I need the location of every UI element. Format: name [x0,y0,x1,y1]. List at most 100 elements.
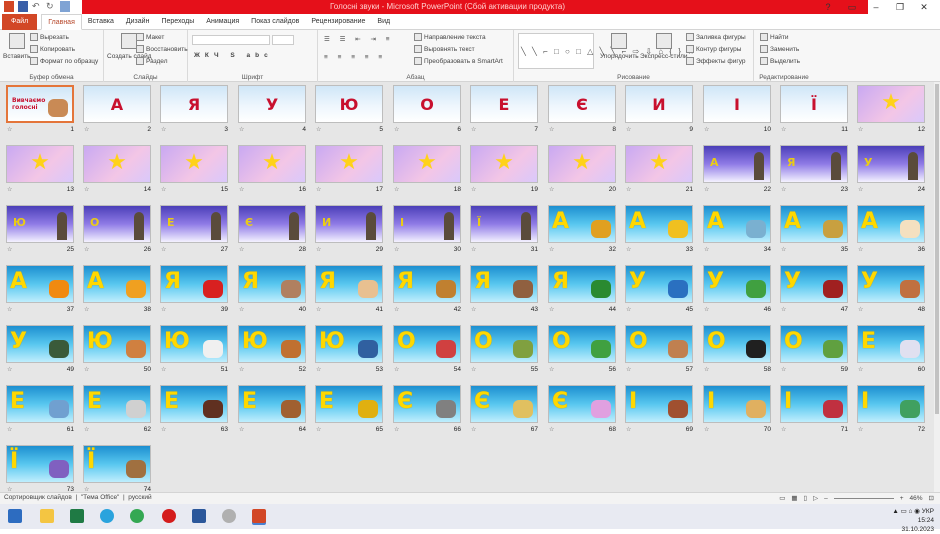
transition-icon[interactable]: ☆ [316,366,321,373]
minimize-button[interactable]: – [864,0,888,14]
slide-thumbnail[interactable]: Е [238,385,306,423]
slide-thumbnail[interactable]: Е [315,385,383,423]
slide-thumbnail[interactable]: ★ [548,145,616,183]
transition-icon[interactable]: ☆ [394,126,399,133]
transition-icon[interactable]: ☆ [239,426,244,433]
slide-thumbnail[interactable]: О [548,325,616,363]
copy-button[interactable]: Копировать [30,45,75,53]
slide-thumbnail[interactable]: І [780,385,848,423]
transition-icon[interactable]: ☆ [161,366,166,373]
transition-icon[interactable]: ☆ [394,306,399,313]
slide-thumbnail[interactable]: Я [160,85,228,123]
clock-date[interactable]: 31.10.2023 [892,525,934,534]
tab-view[interactable]: Вид [371,14,396,30]
slide-thumbnail[interactable]: ★ [6,145,74,183]
slide-thumbnail[interactable]: ★ [315,145,383,183]
transition-icon[interactable]: ☆ [626,246,631,253]
slide-thumbnail[interactable]: Є [470,385,538,423]
transition-icon[interactable]: ☆ [781,186,786,193]
transition-icon[interactable]: ☆ [7,246,12,253]
slide-thumbnail[interactable]: У [857,145,925,183]
transition-icon[interactable]: ☆ [549,246,554,253]
tab-review[interactable]: Рецензирование [305,14,371,30]
transition-icon[interactable]: ☆ [161,186,166,193]
arrange-button[interactable]: Упорядочить [600,33,639,60]
find-button[interactable]: Найти [760,33,789,41]
smartart-button[interactable]: Преобразовать в SmartArt [414,57,503,65]
transition-icon[interactable]: ☆ [316,186,321,193]
slide-thumbnail[interactable]: Ї [6,445,74,483]
tab-insert[interactable]: Вставка [82,14,120,30]
transition-icon[interactable]: ☆ [704,426,709,433]
transition-icon[interactable]: ☆ [316,246,321,253]
transition-icon[interactable]: ☆ [84,246,89,253]
language[interactable]: русский [128,494,151,501]
transition-icon[interactable]: ☆ [858,426,863,433]
slide-thumbnail[interactable]: У [703,265,771,303]
slide-thumbnail[interactable]: Є [238,205,306,243]
start-icon[interactable] [8,509,22,523]
transition-icon[interactable]: ☆ [471,306,476,313]
slide-thumbnail[interactable]: О [780,325,848,363]
slide-thumbnail[interactable]: Я [780,145,848,183]
transition-icon[interactable]: ☆ [626,426,631,433]
slide-thumbnail[interactable]: Е [160,205,228,243]
vertical-scrollbar[interactable] [934,82,940,492]
slide-thumbnail[interactable]: Ї [780,85,848,123]
slide-thumbnail[interactable]: Ю [315,85,383,123]
transition-icon[interactable]: ☆ [7,426,12,433]
slide-thumbnail[interactable]: О [83,205,151,243]
undo-icon[interactable]: ↶ [32,1,42,12]
keyboard-language[interactable]: УКР [922,508,934,515]
transition-icon[interactable]: ☆ [858,366,863,373]
cut-button[interactable]: Вырезать [30,33,69,41]
slide-thumbnail[interactable]: А [703,205,771,243]
tab-slideshow[interactable]: Показ слайдов [245,14,305,30]
slide-thumbnail[interactable]: ★ [238,145,306,183]
slide-thumbnail[interactable]: Є [393,385,461,423]
transition-icon[interactable]: ☆ [781,126,786,133]
transition-icon[interactable]: ☆ [549,366,554,373]
transition-icon[interactable]: ☆ [626,126,631,133]
slide-thumbnail[interactable]: Я [238,265,306,303]
slide-thumbnail[interactable]: А [83,265,151,303]
font-format-buttons[interactable]: ЖКЧ S abc [194,52,273,59]
slide-thumbnail[interactable]: Е [83,385,151,423]
transition-icon[interactable]: ☆ [626,186,631,193]
transition-icon[interactable]: ☆ [858,246,863,253]
slide-thumbnail[interactable]: У [238,85,306,123]
transition-icon[interactable]: ☆ [7,126,12,133]
transition-icon[interactable]: ☆ [394,246,399,253]
redo-icon[interactable]: ↻ [46,1,56,12]
transition-icon[interactable]: ☆ [781,306,786,313]
app-icon[interactable] [222,509,236,523]
transition-icon[interactable]: ☆ [549,306,554,313]
slide-thumbnail[interactable]: А [625,205,693,243]
tab-animations[interactable]: Анимация [200,14,245,30]
transition-icon[interactable]: ☆ [471,246,476,253]
zoom-in-button[interactable]: + [900,495,904,502]
slide-thumbnail[interactable]: А [857,205,925,243]
transition-icon[interactable]: ☆ [858,186,863,193]
quick-styles-button[interactable]: Экспресс-стили [640,33,688,60]
transition-icon[interactable]: ☆ [84,426,89,433]
transition-icon[interactable]: ☆ [84,126,89,133]
slide-thumbnail[interactable]: Є [548,85,616,123]
transition-icon[interactable]: ☆ [84,306,89,313]
slide-thumbnail[interactable]: У [780,265,848,303]
slide-thumbnail[interactable]: Ю [238,325,306,363]
transition-icon[interactable]: ☆ [239,126,244,133]
slide-thumbnail[interactable]: Е [857,325,925,363]
clock-time[interactable]: 15:24 [892,516,934,525]
slide-thumbnail[interactable]: І [703,85,771,123]
slide-thumbnail[interactable]: Е [160,385,228,423]
zoom-out-button[interactable]: – [824,495,828,502]
transition-icon[interactable]: ☆ [704,126,709,133]
slide-thumbnail[interactable]: И [315,205,383,243]
slide-thumbnail[interactable]: А [6,265,74,303]
transition-icon[interactable]: ☆ [161,306,166,313]
restore-button[interactable]: ❐ [888,0,912,14]
transition-icon[interactable]: ☆ [394,366,399,373]
transition-icon[interactable]: ☆ [239,366,244,373]
align-text-button[interactable]: Выровнять текст [414,45,475,53]
